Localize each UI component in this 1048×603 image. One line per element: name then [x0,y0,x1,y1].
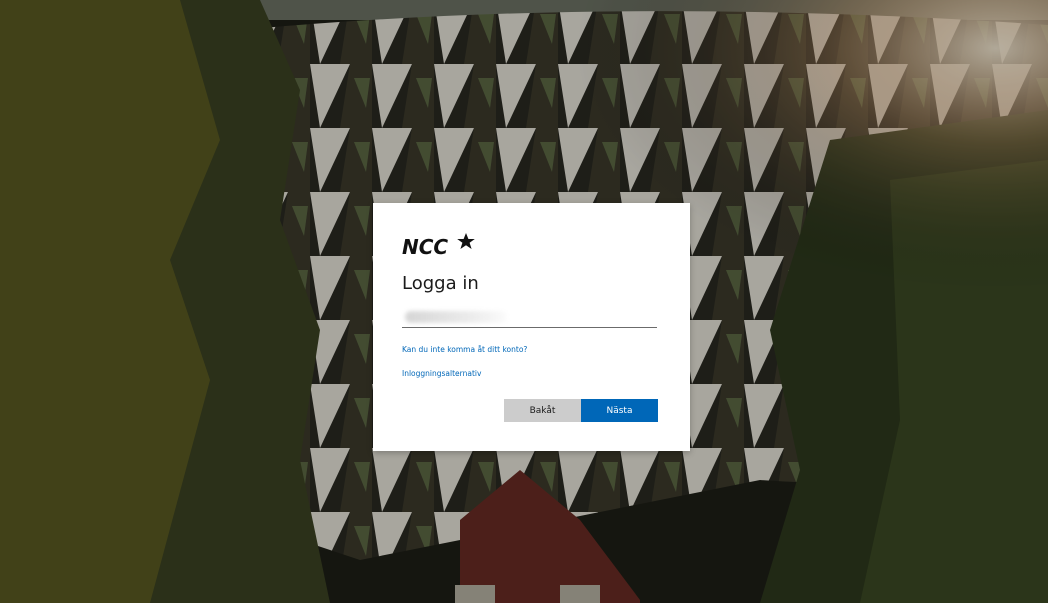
ncc-logo: NCC [402,231,482,259]
cant-access-account-link[interactable]: Kan du inte komma åt ditt konto? [402,345,527,354]
signin-card: NCC Logga in Kan du inte komma åt ditt k… [373,203,690,451]
back-button[interactable]: Bakåt [504,399,581,422]
next-button[interactable]: Nästa [581,399,658,422]
signin-options-link[interactable]: Inloggningsalternativ [402,369,481,378]
email-value-redacted [405,311,507,323]
page-title: Logga in [402,273,479,294]
svg-text:NCC: NCC [402,235,448,259]
